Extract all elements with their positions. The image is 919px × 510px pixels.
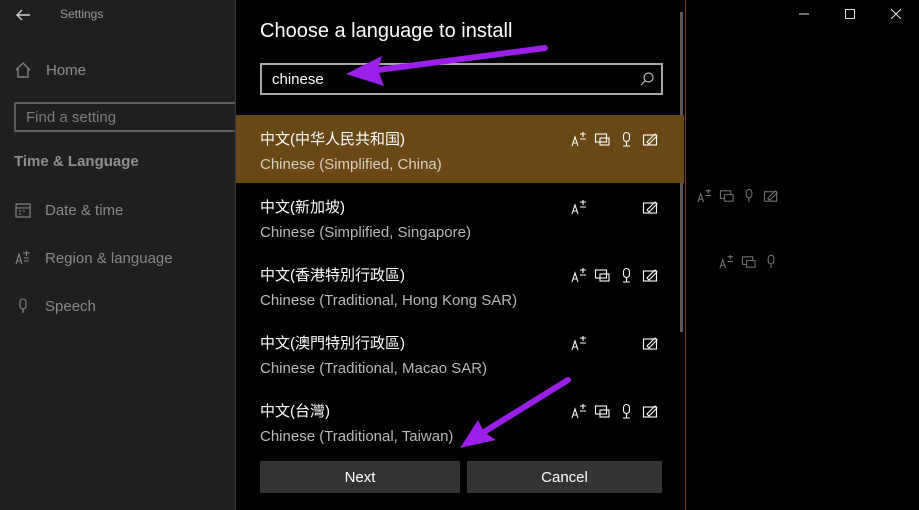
- language-list-item[interactable]: 中文(澳門特別行政區) Chinese (Traditional, Macao S…: [236, 319, 684, 387]
- language-native-name: 中文(澳門特別行政區): [260, 335, 405, 352]
- language-native-name: 中文(台灣): [260, 403, 330, 420]
- language-pack-icon: [571, 403, 588, 420]
- language-english-name: Chinese (Simplified, Singapore): [260, 224, 471, 241]
- handwriting-icon: [763, 190, 778, 202]
- close-icon: [890, 8, 902, 20]
- window-controls: [781, 0, 919, 28]
- language-english-name: Chinese (Simplified, China): [260, 156, 442, 173]
- handwriting-icon: [642, 335, 659, 352]
- search-icon[interactable]: [639, 71, 655, 87]
- language-search-input[interactable]: [262, 65, 632, 93]
- speech-recognition-icon: [618, 267, 635, 284]
- settings-sidebar: Settings Home Find a setting Time & Lang…: [0, 0, 254, 510]
- speech-recognition-icon: [767, 254, 775, 269]
- text-to-speech-icon: [594, 131, 611, 148]
- back-arrow-icon[interactable]: [12, 4, 34, 26]
- text-to-speech-icon: [741, 256, 756, 268]
- maximize-icon: [845, 9, 855, 19]
- speech-recognition-icon: [618, 403, 635, 420]
- language-english-name: Chinese (Traditional, Taiwan): [260, 428, 454, 445]
- language-native-name: 中文(中华人民共和国): [260, 131, 405, 148]
- nav-item-region-language[interactable]: Region & language: [14, 246, 173, 270]
- language-english-name: Chinese (Traditional, Macao SAR): [260, 360, 488, 377]
- dialog-title: Choose a language to install: [260, 20, 513, 42]
- language-pack-icon: [571, 199, 588, 216]
- calendar-icon: [15, 203, 31, 218]
- nav-item-label: Speech: [45, 297, 96, 315]
- section-title: Time & Language: [14, 153, 139, 170]
- language-pack-icon: [571, 131, 588, 148]
- nav-item-label: Region & language: [45, 249, 173, 267]
- language-pack-icon: [719, 254, 734, 269]
- text-to-speech-icon: [594, 403, 611, 420]
- background-feature-icons: [697, 188, 779, 204]
- microphone-icon: [19, 298, 27, 313]
- language-list-item[interactable]: 中文(香港特別行政區) Chinese (Traditional, Hong Ko…: [236, 251, 684, 319]
- language-native-name: 中文(香港特別行政區): [260, 267, 405, 284]
- handwriting-icon: [642, 199, 659, 216]
- text-to-speech-icon: [719, 190, 734, 202]
- language-native-name: 中文(新加坡): [260, 199, 345, 216]
- text-to-speech-icon: [594, 267, 611, 284]
- handwriting-icon: [642, 403, 659, 420]
- window-title: Settings: [60, 7, 104, 21]
- speech-recognition-icon: [745, 188, 753, 203]
- nav-item-date-time[interactable]: Date & time: [14, 198, 123, 222]
- language-english-name: Chinese (Traditional, Hong Kong SAR): [260, 292, 518, 309]
- language-list-item[interactable]: 中文(中华人民共和国) Chinese (Simplified, China): [236, 115, 684, 183]
- cancel-button[interactable]: Cancel: [467, 461, 662, 493]
- find-setting-placeholder: Find a setting: [26, 109, 117, 126]
- language-pack-icon: [571, 335, 588, 352]
- choose-language-dialog: Choose a language to install 中文(中华人民共和国)…: [235, 0, 686, 510]
- nav-home[interactable]: Home: [14, 58, 86, 82]
- nav-home-label: Home: [46, 61, 87, 79]
- handwriting-icon: [642, 267, 659, 284]
- next-button[interactable]: Next: [260, 461, 460, 493]
- language-list: 中文(中华人民共和国) Chinese (Simplified, China) 中文…: [236, 115, 684, 455]
- background-feature-icons: [719, 254, 779, 270]
- close-button[interactable]: [873, 0, 919, 28]
- nav-item-speech[interactable]: Speech: [14, 294, 96, 318]
- maximize-button[interactable]: [827, 0, 873, 28]
- handwriting-icon: [642, 131, 659, 148]
- language-pack-icon: [697, 188, 712, 203]
- find-setting-input[interactable]: Find a setting: [14, 102, 254, 132]
- language-icon: [15, 251, 30, 265]
- minimize-icon: [799, 13, 809, 15]
- minimize-button[interactable]: [781, 0, 827, 28]
- language-search-box[interactable]: [260, 63, 663, 95]
- language-list-item[interactable]: 中文(台灣) Chinese (Traditional, Taiwan): [236, 387, 684, 455]
- language-pack-icon: [571, 267, 588, 284]
- speech-recognition-icon: [618, 131, 635, 148]
- nav-item-label: Date & time: [45, 201, 124, 219]
- home-icon: [15, 62, 31, 78]
- language-list-item[interactable]: 中文(新加坡) Chinese (Simplified, Singapore): [236, 183, 684, 251]
